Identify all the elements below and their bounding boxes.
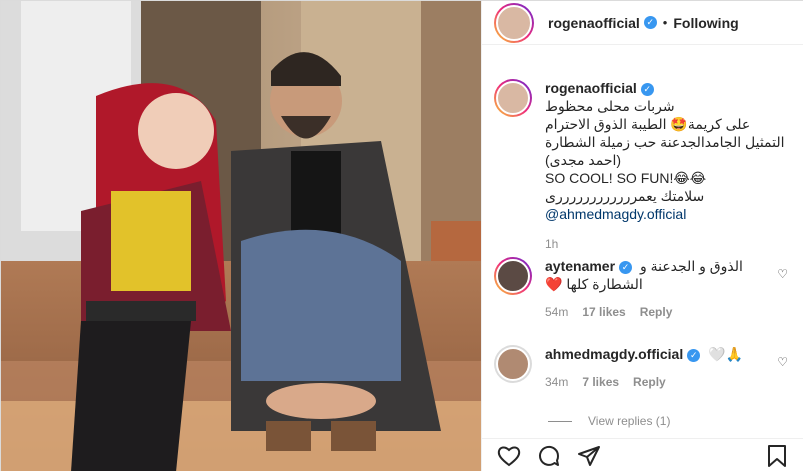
comment-username[interactable]: aytenamer (545, 258, 615, 274)
commenter-avatar[interactable] (494, 345, 532, 383)
comment-item: aytenamer ✓ الذوق و الجدعنة و الشطارة كله… (482, 257, 803, 319)
comment-time[interactable]: 34m (545, 375, 568, 389)
avatar-image (496, 347, 530, 381)
comment-body: aytenamer ✓ الذوق و الجدعنة و الشطارة كله… (545, 257, 792, 319)
caption-time[interactable]: 1h (545, 237, 558, 251)
comment-meta: 34m 7 likes Reply (545, 375, 792, 389)
photo-illustration (1, 1, 481, 471)
caption-line: على كريمة🤩 الطيبة الذوق الاحترام (545, 116, 751, 132)
caption: rogenaofficial ✓ شربات محلى محظوط على كري… (482, 79, 803, 251)
bookmark-icon[interactable] (764, 443, 790, 469)
verified-icon: ✓ (640, 82, 654, 96)
comment-text: الذوق و الجدعنة و (639, 258, 743, 274)
view-replies-label: View replies (1) (588, 414, 671, 428)
comment-text: 🤍🙏 (708, 346, 743, 362)
commenter-avatar[interactable] (494, 257, 532, 295)
comments-list[interactable]: rogenaofficial ✓ شربات محلى محظوط على كري… (482, 61, 803, 442)
avatar-image (496, 81, 530, 115)
author-avatar[interactable] (494, 2, 534, 43)
caption-line: شربات محلى محظوط (545, 98, 675, 114)
comment-body: ahmedmagdy.official ✓ 🤍🙏 34m 7 likes Repl… (545, 345, 792, 389)
caption-avatar[interactable] (494, 79, 532, 117)
caption-line: SO COOL! SO FUN!😂😂 (545, 170, 707, 186)
reply-button[interactable]: Reply (633, 375, 666, 389)
separator-dot: • (662, 15, 668, 30)
heart-icon[interactable] (496, 443, 522, 469)
reply-button[interactable]: Reply (640, 305, 673, 319)
author-username[interactable]: rogenaofficial (548, 15, 640, 31)
comment-meta: 54m 17 likes Reply (545, 305, 792, 319)
comment-item: ahmedmagdy.official ✓ 🤍🙏 34m 7 likes Repl… (482, 345, 803, 389)
caption-line: سلامتك يعمررررررررررررى (545, 188, 705, 204)
post-dialog: rogenaofficial ✓ • Following rogenaoffic… (0, 0, 803, 471)
comment-like-heart-icon[interactable]: ♡ (777, 267, 788, 281)
caption-username[interactable]: rogenaofficial (545, 80, 637, 96)
post-header: rogenaofficial ✓ • Following (482, 1, 803, 45)
view-replies-button[interactable]: View replies (1) (548, 414, 670, 428)
avatar-image (496, 259, 530, 293)
share-icon[interactable] (576, 443, 602, 469)
comment-icon[interactable] (536, 443, 562, 469)
comment-like-heart-icon[interactable]: ♡ (777, 355, 788, 369)
post-details-panel: rogenaofficial ✓ • Following rogenaoffic… (481, 1, 803, 471)
caption-line: التمثيل الجامدالجدعنة حب زميلة الشطارة (545, 134, 785, 150)
post-photo[interactable] (1, 1, 481, 471)
caption-meta: 1h (545, 237, 792, 251)
comment-username[interactable]: ahmedmagdy.official (545, 346, 683, 362)
caption-body: rogenaofficial ✓ شربات محلى محظوط على كري… (545, 79, 792, 251)
comment-likes[interactable]: 17 likes (582, 305, 625, 319)
comment-likes[interactable]: 7 likes (582, 375, 619, 389)
verified-icon: ✓ (619, 260, 633, 274)
replies-divider (548, 420, 572, 422)
comment-text: الشطارة كلها ❤️ (545, 276, 643, 292)
following-button[interactable]: Following (673, 15, 738, 31)
comment-time[interactable]: 54m (545, 305, 568, 319)
caption-line: (احمد مجدى) (545, 152, 622, 168)
action-bar (482, 438, 803, 471)
caption-mention[interactable]: @ahmedmagdy.official (545, 205, 792, 223)
verified-icon: ✓ (687, 348, 701, 362)
avatar-image (496, 4, 532, 41)
verified-icon: ✓ (643, 16, 657, 29)
